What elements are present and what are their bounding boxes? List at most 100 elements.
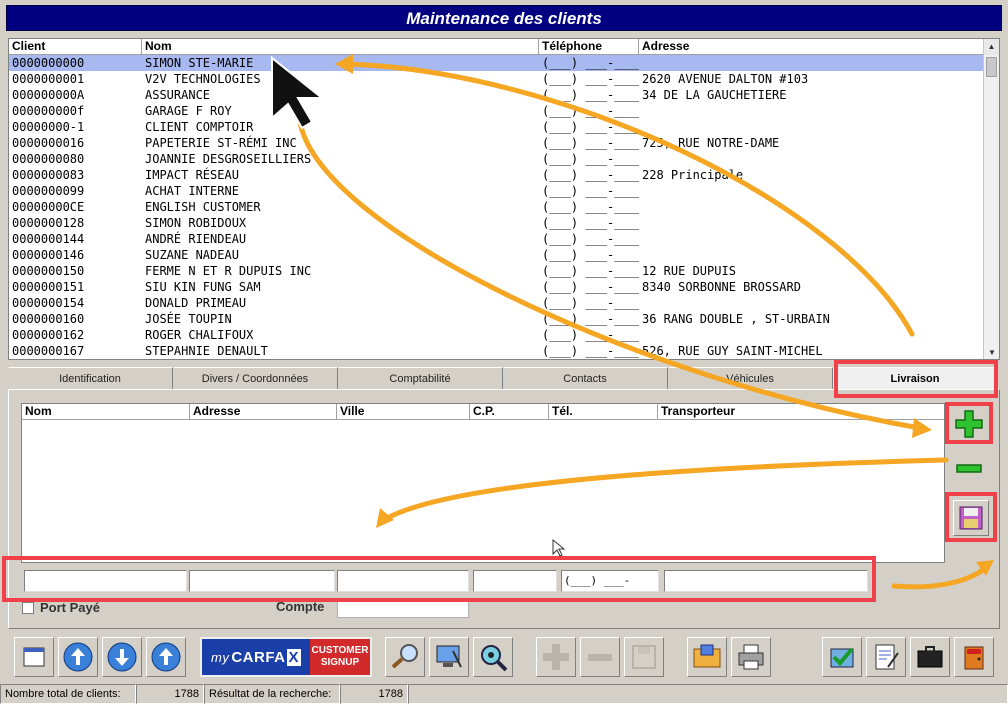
cell-nom: FERME N ET R DUPUIS INC <box>145 264 312 278</box>
save-livraison-button[interactable] <box>953 500 989 536</box>
table-row[interactable]: 0000000167 STEPAHNIE DENAULT (___) ___-___… <box>9 343 985 359</box>
entry-tel[interactable]: (___) ___-____ <box>561 570 659 600</box>
cell-tel: (___) ___-____ <box>542 88 639 102</box>
status-total-label: Nombre total de clients: <box>0 684 136 704</box>
col-header-nom[interactable]: Nom <box>142 39 539 54</box>
arrow-up-first-icon <box>63 642 93 672</box>
cell-adresse <box>639 247 985 263</box>
livraison-grid[interactable]: Nom Adresse Ville C.P. Tél. Transporteur <box>21 403 945 563</box>
table-row[interactable]: 0000000016 PAPETERIE ST-RÉMI INC (___) ___… <box>9 135 985 151</box>
col-header-adresse[interactable]: Adresse <box>639 39 985 54</box>
entry-transporteur[interactable] <box>664 570 868 592</box>
first-record-button[interactable] <box>58 637 98 677</box>
cell-tel: (___) ___-____ <box>542 56 639 70</box>
print-button[interactable] <box>731 637 771 677</box>
cell-client: 0000000151 <box>12 280 85 294</box>
table-row[interactable]: 0000000080 JOANNIE DESGROSEILLIERS (___) _… <box>9 151 985 167</box>
carfax-signup-button[interactable]: my CARFA X CUSTOMER SIGNUP <box>200 637 372 677</box>
liv-col-adresse[interactable]: Adresse <box>190 404 337 419</box>
entry-adresse[interactable] <box>189 570 335 592</box>
table-row[interactable]: 0000000001 V2V TECHNOLOGIES (___) ___-____… <box>9 71 985 87</box>
cell-tel: (___) ___-____ <box>542 200 639 214</box>
tab-identification[interactable]: Identification <box>8 367 173 389</box>
cell-tel: (___) ___-____ <box>542 216 639 230</box>
add-disabled-button[interactable] <box>536 637 576 677</box>
previous-record-button[interactable] <box>146 637 186 677</box>
table-row[interactable]: 000000000f GARAGE F ROY (___) ___-____ <box>9 103 985 119</box>
cell-adresse <box>639 295 985 311</box>
entry-cp[interactable] <box>473 570 557 592</box>
table-row[interactable]: 0000000150 FERME N ET R DUPUIS INC (___) _… <box>9 263 985 279</box>
tab-vehicules[interactable]: Véhicules <box>668 367 833 389</box>
compte-label: Compte <box>276 599 325 614</box>
liv-col-nom[interactable]: Nom <box>22 404 190 419</box>
zoom-icon <box>481 645 508 672</box>
cell-tel: (___) ___-____ <box>542 152 639 166</box>
compte-input[interactable] <box>337 598 469 618</box>
cell-nom: CLIENT COMPTOIR <box>145 120 254 134</box>
port-paye-option[interactable]: Port Payé <box>22 600 100 615</box>
cell-tel: (___) ___-____ <box>542 248 639 262</box>
arrow-up-icon <box>151 642 181 672</box>
magnifier-hand-icon <box>391 644 418 669</box>
liv-col-cp[interactable]: C.P. <box>470 404 549 419</box>
tab-livraison[interactable]: Livraison <box>833 367 998 389</box>
port-paye-checkbox[interactable] <box>22 601 34 614</box>
status-bar: Nombre total de clients: 1788 Résultat d… <box>0 684 1008 704</box>
remove-livraison-button[interactable] <box>953 452 985 484</box>
cell-adresse: 34 DE LA GAUCHETIERE <box>642 88 787 102</box>
table-row[interactable]: 00000000CE ENGLISH CUSTOMER (___) ___-____ <box>9 199 985 215</box>
col-header-telephone[interactable]: Téléphone <box>539 39 639 54</box>
scroll-thumb[interactable] <box>986 57 997 77</box>
liv-col-transporteur[interactable]: Transporteur <box>658 404 944 419</box>
new-window-button[interactable] <box>14 637 54 677</box>
table-row[interactable]: 00000000-1 CLIENT COMPTOIR (___) ___-____ <box>9 119 985 135</box>
add-livraison-button[interactable] <box>953 408 985 440</box>
validate-button[interactable] <box>822 637 862 677</box>
table-row[interactable]: 000000000A ASSURANCE (___) ___-____ 34 DE L… <box>9 87 985 103</box>
scroll-up-icon[interactable]: ▲ <box>984 39 999 55</box>
folder-button[interactable] <box>687 637 727 677</box>
cell-tel: (___) ___-____ <box>542 328 639 342</box>
table-row[interactable]: 0000000154 DONALD PRIMEAU (___) ___-____ <box>9 295 985 311</box>
status-empty <box>408 684 1008 704</box>
cell-client: 0000000162 <box>12 328 85 342</box>
table-row[interactable]: 0000000146 SUZANE NADEAU (___) ___-____ <box>9 247 985 263</box>
monitor-icon <box>436 645 462 668</box>
entry-nom[interactable] <box>24 570 187 592</box>
next-record-button[interactable] <box>102 637 142 677</box>
table-row[interactable]: 0000000151 SIU KIN FUNG SAM (___) ___-____… <box>9 279 985 295</box>
cell-client: 0000000099 <box>12 184 85 198</box>
entry-ville[interactable] <box>337 570 469 592</box>
cell-client: 0000000146 <box>12 248 85 262</box>
cell-nom: SUZANE NADEAU <box>145 248 239 262</box>
cell-nom: V2V TECHNOLOGIES <box>145 72 261 86</box>
table-row[interactable]: 0000000099 ACHAT INTERNE (___) ___-____ <box>9 183 985 199</box>
search-client-button[interactable] <box>385 637 425 677</box>
table-row[interactable]: 0000000160 JOSÉE TOUPIN (___) ___-____ 36 R… <box>9 311 985 327</box>
client-grid-scrollbar[interactable]: ▲ ▼ <box>983 39 999 359</box>
table-row[interactable]: 0000000128 SIMON ROBIDOUX (___) ___-____ <box>9 215 985 231</box>
cell-client: 0000000154 <box>12 296 85 310</box>
briefcase-button[interactable] <box>910 637 950 677</box>
monitor-button[interactable] <box>429 637 469 677</box>
remove-disabled-button[interactable] <box>580 637 620 677</box>
table-row[interactable]: 0000000000 SIMON STE-MARIE (___) ___-____ <box>9 55 985 71</box>
table-row[interactable]: 0000000162 ROGER CHALIFOUX (___) ___-____ <box>9 327 985 343</box>
zoom-button[interactable] <box>473 637 513 677</box>
table-row[interactable]: 0000000144 ANDRÉ RIENDEAU (___) ___-____ <box>9 231 985 247</box>
save-disabled-button[interactable] <box>624 637 664 677</box>
client-grid[interactable]: Client Nom Téléphone Adresse 0000000000 S… <box>8 38 1000 360</box>
edit-document-button[interactable] <box>866 637 906 677</box>
exit-button[interactable] <box>954 637 994 677</box>
table-row[interactable]: 0000000083 IMPACT RÉSEAU (___) ___-____ 228… <box>9 167 985 183</box>
liv-col-tel[interactable]: Tél. <box>549 404 658 419</box>
tab-contacts[interactable]: Contacts <box>503 367 668 389</box>
scroll-down-icon[interactable]: ▼ <box>984 347 999 359</box>
col-header-client[interactable]: Client <box>9 39 142 54</box>
tab-comptabilite[interactable]: Comptabilité <box>338 367 503 389</box>
cell-client: 0000000001 <box>12 72 85 86</box>
liv-col-ville[interactable]: Ville <box>337 404 470 419</box>
tab-divers-coordonnees[interactable]: Divers / Coordonnées <box>173 367 338 389</box>
status-total-value: 1788 <box>136 684 204 704</box>
